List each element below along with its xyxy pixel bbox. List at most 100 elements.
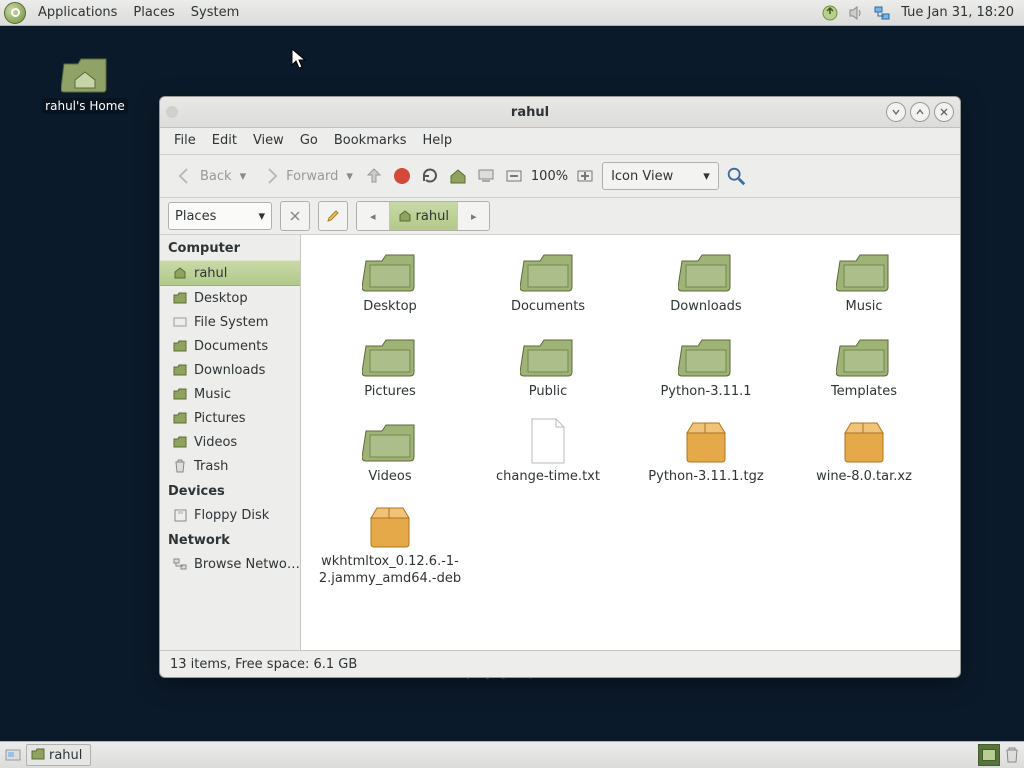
window-menu-icon[interactable] xyxy=(166,106,178,118)
places-combo[interactable]: Places ▾ xyxy=(168,202,272,230)
file-item[interactable]: Public xyxy=(473,334,623,401)
menubar: File Edit View Go Bookmarks Help xyxy=(160,128,960,155)
folder-icon xyxy=(520,249,576,293)
applications-menu[interactable]: Applications xyxy=(30,0,125,26)
folder-icon xyxy=(172,410,188,426)
trash-applet[interactable] xyxy=(1004,746,1020,764)
file-item[interactable]: Videos xyxy=(315,419,465,486)
file-item[interactable]: change-time.txt xyxy=(473,419,623,486)
folder-icon xyxy=(172,290,188,306)
path-current-folder[interactable]: rahul xyxy=(390,202,458,230)
sidebar-item-label: rahul xyxy=(194,266,227,281)
sidebar-item-music[interactable]: Music xyxy=(160,382,300,406)
menu-bookmarks[interactable]: Bookmarks xyxy=(326,128,415,154)
places-combo-label: Places xyxy=(175,209,216,224)
menu-edit[interactable]: Edit xyxy=(204,128,245,154)
up-button[interactable] xyxy=(363,165,385,187)
file-pane[interactable]: Desktop Documents Downloads Music Pictur… xyxy=(301,235,960,650)
status-text: 13 items, Free space: 6.1 GB xyxy=(170,657,357,672)
view-mode-select[interactable]: Icon View ▾ xyxy=(602,162,719,190)
sidebar-item-label: Downloads xyxy=(194,363,265,378)
clock[interactable]: Tue Jan 31, 18:20 xyxy=(895,5,1020,20)
folder-icon xyxy=(362,249,418,293)
sidebar-item-label: Floppy Disk xyxy=(194,508,269,523)
network-tray-icon[interactable] xyxy=(872,3,892,23)
chevron-down-icon: ▾ xyxy=(703,169,710,184)
titlebar[interactable]: rahul xyxy=(160,97,960,128)
path-current-label: rahul xyxy=(416,209,449,224)
folder-home-icon xyxy=(398,209,412,223)
file-item[interactable]: wine-8.0.tar.xz xyxy=(789,419,939,486)
path-prev-button[interactable]: ◂ xyxy=(357,202,390,230)
sidebar-item-browse-network[interactable]: Browse Netwo… xyxy=(160,552,300,576)
menu-help[interactable]: Help xyxy=(414,128,460,154)
maximize-button[interactable] xyxy=(910,102,930,122)
minimize-button[interactable] xyxy=(886,102,906,122)
sidebar-item-floppy[interactable]: Floppy Disk xyxy=(160,503,300,527)
sidebar-item-documents[interactable]: Documents xyxy=(160,334,300,358)
sidebar-item-filesystem[interactable]: File System xyxy=(160,310,300,334)
back-dropdown-icon[interactable]: ▾ xyxy=(240,169,247,184)
reload-button[interactable] xyxy=(419,165,441,187)
search-button[interactable] xyxy=(725,165,747,187)
computer-button[interactable] xyxy=(475,165,497,187)
sidebar-item-label: Pictures xyxy=(194,411,245,426)
sidebar-item-downloads[interactable]: Downloads xyxy=(160,358,300,382)
file-item[interactable]: Downloads xyxy=(631,249,781,316)
file-item[interactable]: Pictures xyxy=(315,334,465,401)
text-icon xyxy=(520,419,576,463)
menu-file[interactable]: File xyxy=(166,128,204,154)
workspace-switcher[interactable] xyxy=(978,744,1000,766)
file-item-label: Python-3.11.1 xyxy=(631,384,781,401)
file-manager-window: rahul File Edit View Go Bookmarks Help xyxy=(159,96,961,678)
drive-icon xyxy=(172,314,188,330)
path-next-button[interactable]: ▸ xyxy=(458,202,490,230)
places-menu[interactable]: Places xyxy=(125,0,182,26)
stop-button[interactable] xyxy=(391,165,413,187)
sidebar-item-trash[interactable]: Trash xyxy=(160,454,300,478)
file-item[interactable]: Python-3.11.1.tgz xyxy=(631,419,781,486)
desktop[interactable]: rahul's Home debian rahul File Edit View… xyxy=(0,26,1024,742)
archive-icon xyxy=(678,419,734,463)
volume-tray-icon[interactable] xyxy=(846,3,866,23)
sidebar-item-home[interactable]: rahul xyxy=(160,260,300,286)
file-item-label: wkhtmltox_0.12.6.-1-2.jammy_amd64.-deb xyxy=(315,554,465,588)
file-item[interactable]: Templates xyxy=(789,334,939,401)
file-item[interactable]: wkhtmltox_0.12.6.-1-2.jammy_amd64.-deb xyxy=(315,504,465,588)
file-item[interactable]: Music xyxy=(789,249,939,316)
close-button[interactable] xyxy=(934,102,954,122)
forward-button[interactable]: Forward ▾ xyxy=(256,163,357,189)
file-item[interactable]: Python-3.11.1 xyxy=(631,334,781,401)
desktop-home-icon[interactable]: rahul's Home xyxy=(35,54,135,114)
zoom-level: 100% xyxy=(531,169,568,184)
menu-go[interactable]: Go xyxy=(292,128,326,154)
close-sidebar-button[interactable] xyxy=(280,201,310,231)
back-button[interactable]: Back ▾ xyxy=(170,163,250,189)
sidebar-item-label: Documents xyxy=(194,339,268,354)
file-item-label: Public xyxy=(473,384,623,401)
show-desktop-button[interactable] xyxy=(4,746,22,764)
zoom-out-button[interactable] xyxy=(503,165,525,187)
folder-icon xyxy=(172,362,188,378)
zoom-in-button[interactable] xyxy=(574,165,596,187)
sidebar: Computer rahul Desktop File System Docum… xyxy=(160,235,301,650)
folder-icon xyxy=(678,249,734,293)
file-item[interactable]: Documents xyxy=(473,249,623,316)
edit-location-button[interactable] xyxy=(318,201,348,231)
sidebar-item-desktop[interactable]: Desktop xyxy=(160,286,300,310)
top-panel: Applications Places System Tue Jan 31, 1… xyxy=(0,0,1024,26)
update-tray-icon[interactable] xyxy=(820,3,840,23)
home-button[interactable] xyxy=(447,165,469,187)
sidebar-item-pictures[interactable]: Pictures xyxy=(160,406,300,430)
sidebar-item-videos[interactable]: Videos xyxy=(160,430,300,454)
menu-view[interactable]: View xyxy=(245,128,292,154)
folder-icon xyxy=(172,386,188,402)
file-item-label: Python-3.11.1.tgz xyxy=(631,469,781,486)
main-menu-icon[interactable] xyxy=(4,2,26,24)
forward-dropdown-icon[interactable]: ▾ xyxy=(346,169,353,184)
sidebar-heading-computer: Computer xyxy=(160,235,300,260)
file-item[interactable]: Desktop xyxy=(315,249,465,316)
network-icon xyxy=(172,556,188,572)
system-menu[interactable]: System xyxy=(183,0,247,26)
taskbar-task-rahul[interactable]: rahul xyxy=(26,744,91,766)
